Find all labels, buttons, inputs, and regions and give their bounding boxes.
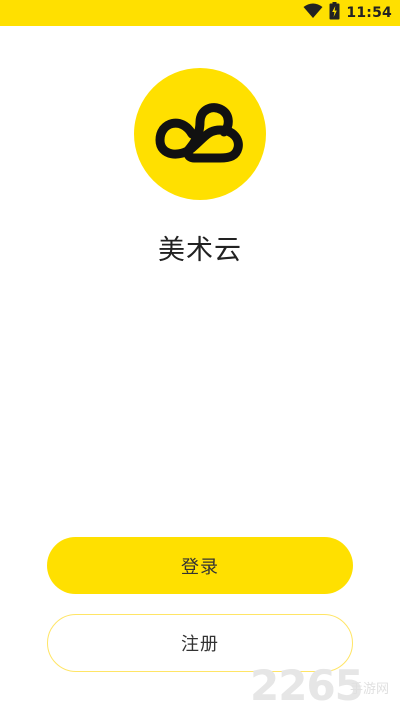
status-bar: 11:54 [0, 0, 400, 26]
battery-icon [329, 2, 340, 24]
login-button-label: 登录 [181, 556, 219, 578]
watermark-text: 手游网 [350, 682, 390, 697]
app-name: 美术云 [158, 235, 242, 266]
watermark: 2265 手游网 [250, 660, 400, 712]
cloud-loop-icon [155, 103, 243, 163]
login-button[interactable]: 登录 [47, 537, 353, 594]
register-button-label: 注册 [181, 634, 219, 655]
wifi-icon [303, 3, 323, 23]
app-logo [134, 68, 266, 200]
status-icons: 11:54 [303, 0, 392, 26]
status-time: 11:54 [346, 5, 392, 21]
watermark-number: 2265 [250, 661, 364, 710]
